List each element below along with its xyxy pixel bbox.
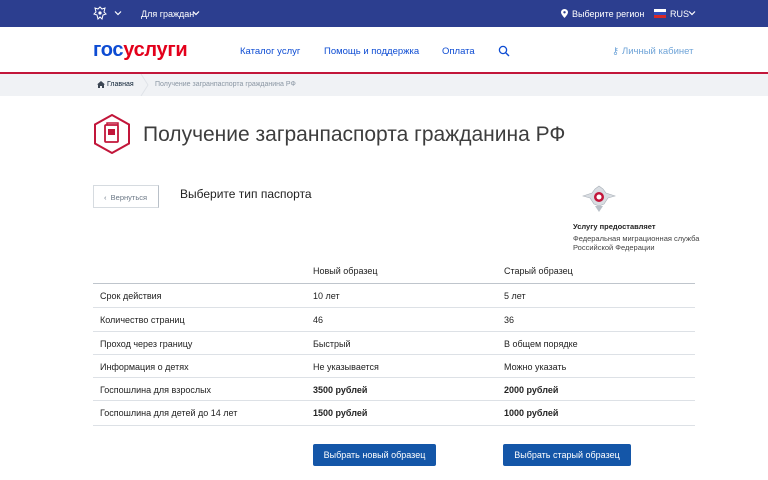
cell-new: 3500 рублей	[313, 385, 368, 395]
home-icon[interactable]	[97, 81, 105, 88]
table-row: Количество страниц 46 36	[93, 307, 695, 330]
citizens-menu[interactable]: Для граждан	[141, 9, 194, 19]
search-icon[interactable]	[498, 45, 510, 57]
passport-icon	[94, 114, 130, 154]
personal-cabinet-link[interactable]: ⚷ Личный кабинет	[612, 46, 693, 57]
provider-name[interactable]: Федеральная миграционная служба Российск…	[573, 234, 703, 252]
choose-old-passport-button[interactable]: Выбрать старый образец	[503, 444, 631, 466]
gosuslugi-logo[interactable]: госуслуги	[93, 39, 188, 62]
breadcrumb-home[interactable]: Главная	[107, 81, 134, 88]
choose-new-passport-button[interactable]: Выбрать новый образец	[313, 444, 436, 466]
emblem-icon[interactable]	[92, 6, 108, 21]
flag-icon[interactable]	[654, 9, 666, 18]
chevron-down-icon[interactable]	[192, 9, 200, 17]
back-button[interactable]: ‹ Вернуться	[93, 185, 159, 208]
cell-new: 46	[313, 315, 324, 325]
table-row: Госпошлина для детей до 14 лет 1500 рубл…	[93, 400, 695, 423]
breadcrumb-separator	[140, 74, 149, 96]
cell-new: Не указывается	[313, 362, 379, 372]
row-label: Срок действия	[100, 291, 162, 301]
top-bar: Для граждан Выберите регион RUS	[0, 0, 768, 27]
chevron-down-icon[interactable]	[114, 9, 122, 17]
table-row: Проход через границу Быстрый В общем пор…	[93, 331, 695, 354]
cell-old: 1000 рублей	[504, 408, 559, 418]
cell-old: 36	[504, 315, 515, 325]
logo-part-uslugi: услуги	[123, 39, 188, 61]
main-header: госуслуги Каталог услуг Помощь и поддерж…	[0, 27, 768, 73]
nav-catalog[interactable]: Каталог услуг	[240, 46, 300, 57]
page-title: Получение загранпаспорта гражданина РФ	[143, 123, 566, 146]
cell-new: 10 лет	[313, 291, 340, 301]
provider-label: Услугу предоставляет	[573, 222, 656, 231]
key-icon: ⚷	[612, 46, 619, 57]
breadcrumb-current: Получение загранпаспорта гражданина РФ	[155, 81, 296, 88]
table-row: Срок действия 10 лет 5 лет	[93, 283, 695, 306]
section-title: Выберите тип паспорта	[180, 187, 312, 201]
nav-help[interactable]: Помощь и поддержка	[324, 46, 419, 57]
region-selector[interactable]: Выберите регион	[572, 9, 644, 19]
cell-old: 5 лет	[504, 291, 526, 301]
back-label: Вернуться	[110, 193, 148, 202]
fms-emblem-icon	[582, 185, 616, 212]
row-label: Информация о детях	[100, 362, 189, 372]
chevron-down-icon[interactable]	[688, 9, 696, 17]
nav-payment[interactable]: Оплата	[442, 46, 475, 57]
cell-old: Можно указать	[504, 362, 567, 372]
row-label: Количество страниц	[100, 315, 185, 325]
row-label: Госпошлина для взрослых	[100, 385, 212, 395]
cell-new: 1500 рублей	[313, 408, 368, 418]
row-label: Проход через границу	[100, 339, 193, 349]
cell-new: Быстрый	[313, 339, 351, 349]
language-selector[interactable]: RUS	[670, 9, 689, 19]
table-bottom-border	[93, 425, 695, 426]
column-header-new: Новый образец	[313, 266, 378, 276]
cabinet-label: Личный кабинет	[621, 46, 694, 57]
cell-old: В общем порядке	[504, 339, 578, 349]
table-row: Информация о детях Не указывается Можно …	[93, 354, 695, 377]
breadcrumb: Главная Получение загранпаспорта граждан…	[0, 74, 768, 96]
chevron-left-icon: ‹	[104, 193, 107, 202]
location-pin-icon[interactable]	[561, 9, 568, 18]
table-row: Госпошлина для взрослых 3500 рублей 2000…	[93, 377, 695, 400]
cell-old: 2000 рублей	[504, 385, 559, 395]
row-label: Госпошлина для детей до 14 лет	[100, 408, 238, 418]
logo-part-gos: гос	[93, 39, 124, 61]
column-header-old: Старый образец	[504, 266, 573, 276]
